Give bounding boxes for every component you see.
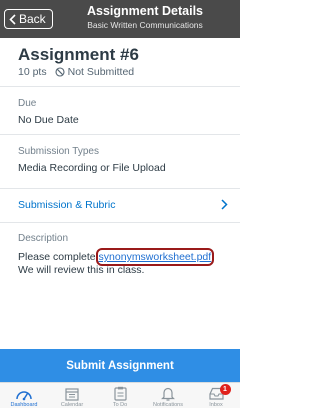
bell-icon	[161, 385, 175, 402]
inbox-icon: 1	[208, 384, 231, 402]
due-label: Due	[18, 98, 37, 109]
chevron-right-icon	[221, 199, 228, 210]
submission-types-value: Media Recording or File Upload	[18, 162, 166, 174]
tab-label: Notifications	[153, 402, 183, 408]
back-button[interactable]: Back	[4, 9, 53, 29]
tab-notifications[interactable]: Notifications	[144, 383, 192, 408]
dashboard-icon	[15, 385, 33, 402]
status-label: Not Submitted	[67, 66, 135, 78]
tab-label: Inbox	[209, 402, 223, 408]
tab-inbox[interactable]: 1 Inbox	[192, 383, 240, 408]
tab-label: Calendar	[60, 402, 84, 408]
tab-calendar[interactable]: Calendar	[48, 383, 96, 408]
divider	[0, 86, 240, 87]
chevron-left-icon	[9, 13, 16, 25]
submission-types-label: Submission Types	[18, 146, 99, 157]
nav-subtitle: Basic Written Communications	[87, 20, 203, 30]
submit-assignment-button[interactable]: Submit Assignment	[0, 349, 240, 382]
description-intro: Please complete	[18, 251, 99, 263]
navigation-bar: Back Assignment Details Basic Written Co…	[0, 0, 240, 38]
submission-status: Not Submitted	[55, 66, 135, 78]
description-label: Description	[18, 233, 69, 244]
tab-label: Dashboard	[10, 402, 38, 408]
not-submitted-icon	[55, 67, 65, 77]
inbox-badge: 1	[219, 384, 231, 395]
tab-label: To Do	[112, 402, 128, 408]
calendar-icon	[65, 385, 79, 402]
worksheet-file-link[interactable]: synonymsworksheet.pdf	[95, 248, 215, 266]
nav-title: Assignment Details	[86, 4, 203, 18]
divider	[0, 134, 240, 135]
tab-dashboard[interactable]: Dashboard	[0, 383, 48, 408]
assignment-meta: 10 pts Not Submitted	[18, 66, 134, 78]
submission-rubric-label: Submission & Rubric	[18, 199, 116, 211]
divider	[0, 222, 240, 223]
due-value: No Due Date	[18, 114, 79, 126]
todo-icon	[113, 385, 127, 402]
back-label: Back	[19, 12, 46, 26]
description-text: Please complete synonymsworksheet.pdf. W…	[18, 248, 228, 277]
points-value: 10 pts	[18, 66, 47, 78]
tab-bar: Dashboard Calendar To Do Notifications 1…	[0, 382, 240, 408]
tab-to-do[interactable]: To Do	[96, 383, 144, 408]
submission-rubric-row[interactable]: Submission & Rubric	[0, 189, 240, 222]
assignment-title: Assignment #6	[18, 45, 139, 64]
